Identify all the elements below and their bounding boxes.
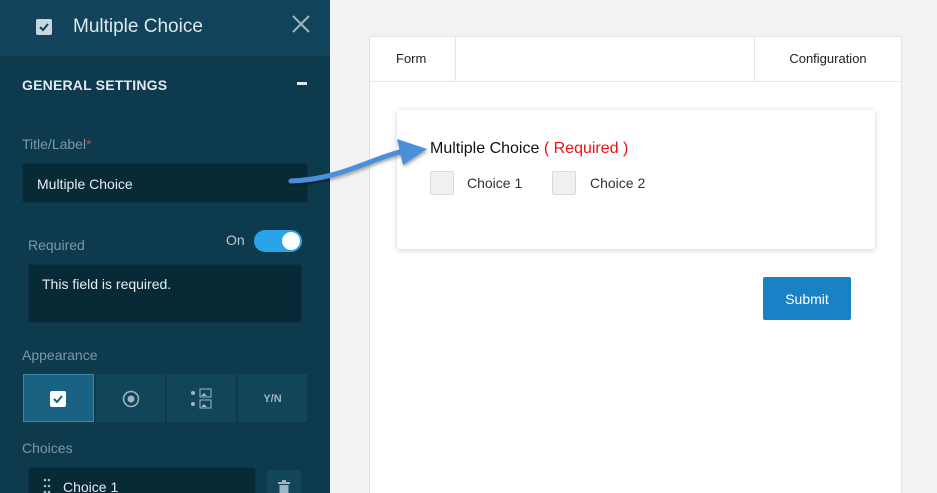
tab-bar: Form Configuration (370, 37, 901, 82)
choices-label: Choices (22, 440, 73, 456)
required-toggle[interactable] (254, 230, 302, 252)
title-input[interactable]: Multiple Choice (22, 163, 308, 203)
collapse-icon[interactable] (297, 82, 307, 85)
choice-2-label: Choice 2 (590, 175, 646, 191)
form-preview-panel: Form Configuration Multiple Choice ( Req… (369, 36, 902, 493)
radio-icon (122, 390, 140, 408)
tab-configuration[interactable]: Configuration (754, 37, 901, 81)
trash-icon (278, 480, 290, 493)
question-card[interactable]: Multiple Choice ( Required ) Choice 1 Ch… (397, 110, 875, 249)
sidebar-title: Multiple Choice (73, 16, 203, 37)
required-label: Required (28, 237, 85, 253)
yes-no-label: Y/N (263, 393, 282, 405)
appearance-checkbox-button[interactable] (23, 374, 94, 422)
appearance-image-choice-button[interactable] (167, 374, 236, 422)
choice-1-checkbox[interactable] (430, 171, 454, 195)
checkbox-icon (36, 19, 52, 35)
choice-item[interactable]: Choice 1 (28, 467, 256, 493)
close-icon[interactable] (289, 12, 313, 36)
appearance-label: Appearance (22, 347, 98, 363)
drag-handle-icon[interactable] (43, 478, 51, 493)
appearance-options: Y/N (23, 374, 307, 422)
toggle-state-label: On (226, 232, 245, 248)
title-label-text: Title/Label (22, 136, 87, 152)
delete-choice-button[interactable] (267, 470, 301, 493)
choice-2-checkbox[interactable] (552, 171, 576, 195)
required-message-textarea[interactable]: This field is required. (28, 264, 302, 323)
question-title-text: Multiple Choice (430, 140, 540, 157)
image-choice-icon (191, 388, 212, 409)
choice-item-label: Choice 1 (63, 479, 119, 493)
choice-1-label: Choice 1 (467, 175, 523, 191)
question-title: Multiple Choice ( Required ) (430, 140, 628, 158)
required-star: * (86, 136, 92, 152)
toggle-knob (282, 232, 300, 250)
sidebar-header: Multiple Choice (0, 0, 330, 56)
appearance-yes-no-button[interactable]: Y/N (238, 374, 307, 422)
settings-sidebar: Multiple Choice GENERAL SETTINGS Title/L… (0, 0, 330, 493)
required-indicator: ( Required ) (543, 140, 629, 157)
tab-form[interactable]: Form (370, 37, 456, 81)
title-label: Title/Label* (22, 136, 92, 152)
appearance-radio-button[interactable] (96, 374, 165, 422)
checkbox-icon (50, 391, 66, 407)
submit-button[interactable]: Submit (763, 277, 851, 320)
general-settings-heading: GENERAL SETTINGS (22, 77, 168, 93)
